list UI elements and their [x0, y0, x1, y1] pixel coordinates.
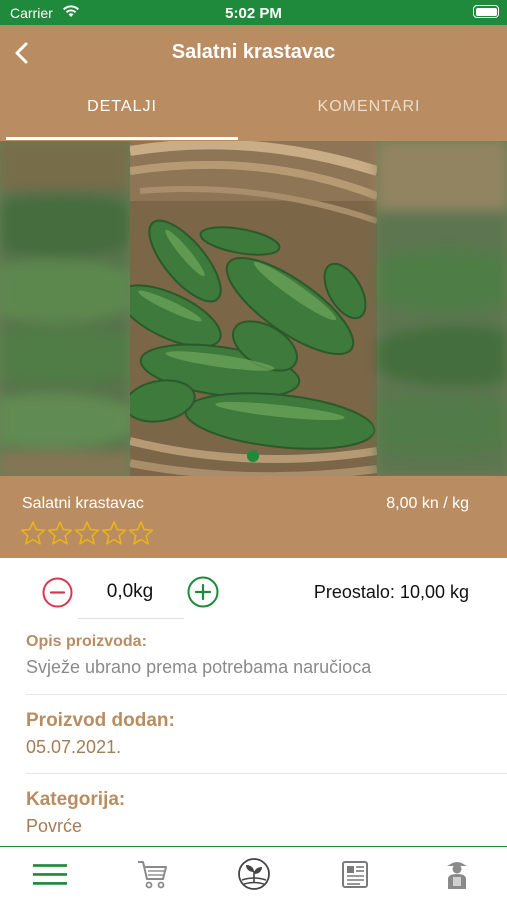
farmer-icon[interactable] — [440, 857, 474, 891]
menu-icon[interactable] — [33, 857, 67, 891]
divider — [26, 773, 507, 774]
rating-stars[interactable] — [20, 520, 154, 546]
increase-quantity-button[interactable] — [187, 576, 219, 608]
star-icon[interactable] — [101, 520, 127, 546]
bottom-tab-bar — [0, 846, 507, 900]
header: Salatni krastavac DETALJI KOMENTARI — [0, 25, 507, 141]
active-tab-indicator — [6, 137, 238, 140]
product-price: 8,00 kn / kg — [386, 495, 469, 512]
battery-icon — [473, 5, 499, 18]
category-value: Povrće — [26, 816, 83, 836]
gallery-page-indicator — [247, 450, 259, 462]
quantity-field-underline — [78, 618, 184, 619]
decrease-quantity-button[interactable] — [42, 577, 73, 608]
product-info-bar: Salatni krastavac 8,00 kn / kg — [0, 476, 507, 558]
remaining-stock: Preostalo: 10,00 kg — [313, 582, 469, 602]
back-button[interactable] — [6, 35, 42, 71]
category-label: Kategorija: — [26, 789, 126, 810]
added-date-value: 05.07.2021. — [26, 737, 122, 757]
quantity-row: 0,0kg Preostalo: 10,00 kg — [0, 558, 507, 620]
divider — [26, 694, 507, 695]
news-icon[interactable] — [338, 857, 372, 891]
previous-image-preview — [0, 141, 130, 476]
quantity-field[interactable]: 0,0kg — [78, 581, 182, 603]
page-title: Salatni krastavac — [171, 41, 336, 63]
product-name: Salatni krastavac — [22, 495, 144, 512]
description-section: Opis proizvoda: Svježe ubrano prema potr… — [26, 633, 481, 678]
product-photo-cucumbers — [130, 141, 377, 476]
description-value: Svježe ubrano prema potrebama naručioca — [26, 657, 372, 677]
tab-detalji[interactable]: DETALJI — [6, 98, 238, 138]
product-image-gallery[interactable] — [0, 141, 507, 476]
star-icon[interactable] — [128, 520, 154, 546]
status-bar: Carrier 5:02 PM — [0, 0, 507, 25]
cart-icon[interactable] — [136, 857, 170, 891]
seedling-icon[interactable] — [237, 857, 271, 891]
star-icon[interactable] — [74, 520, 100, 546]
status-time: 5:02 PM — [225, 5, 282, 22]
description-label: Opis proizvoda: — [26, 633, 147, 650]
tab-komentari[interactable]: KOMENTARI — [253, 98, 485, 138]
star-icon[interactable] — [20, 520, 46, 546]
added-date-label: Proizvod dodan: — [26, 710, 175, 731]
added-date-section: Proizvod dodan: 05.07.2021. — [26, 710, 481, 758]
category-section: Kategorija: Povrće — [26, 789, 481, 837]
star-icon[interactable] — [47, 520, 73, 546]
next-image-preview — [377, 141, 507, 476]
